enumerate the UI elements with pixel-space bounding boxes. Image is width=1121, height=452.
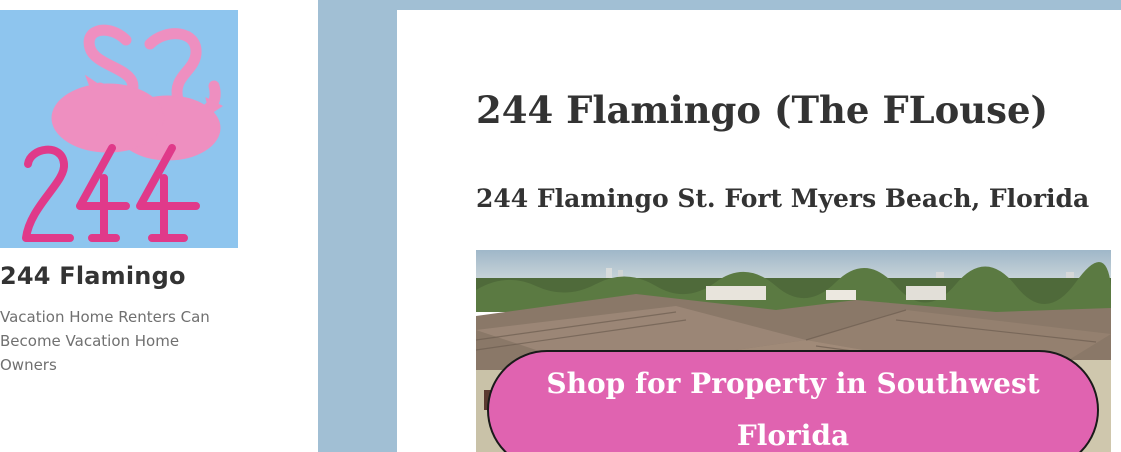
site-description: Vacation Home Renters Can Become Vacatio… xyxy=(0,308,210,374)
page-subtitle: 244 Flamingo St. Fort Myers Beach, Flori… xyxy=(476,184,1090,213)
sidebar: 244 Flamingo Vacation Home Renters Can B… xyxy=(0,0,318,452)
site-title-link[interactable]: 244 Flamingo xyxy=(0,262,186,290)
flamingo-logo-icon xyxy=(0,10,238,248)
shop-property-button[interactable]: Shop for Property in Southwest Florida xyxy=(487,350,1099,452)
site-logo-link[interactable] xyxy=(0,10,238,248)
content-card: 244 Flamingo (The FLouse) 244 Flamingo S… xyxy=(397,10,1121,452)
page: 244 Flamingo Vacation Home Renters Can B… xyxy=(0,0,1121,452)
page-title: 244 Flamingo (The FLouse) xyxy=(476,88,1049,132)
